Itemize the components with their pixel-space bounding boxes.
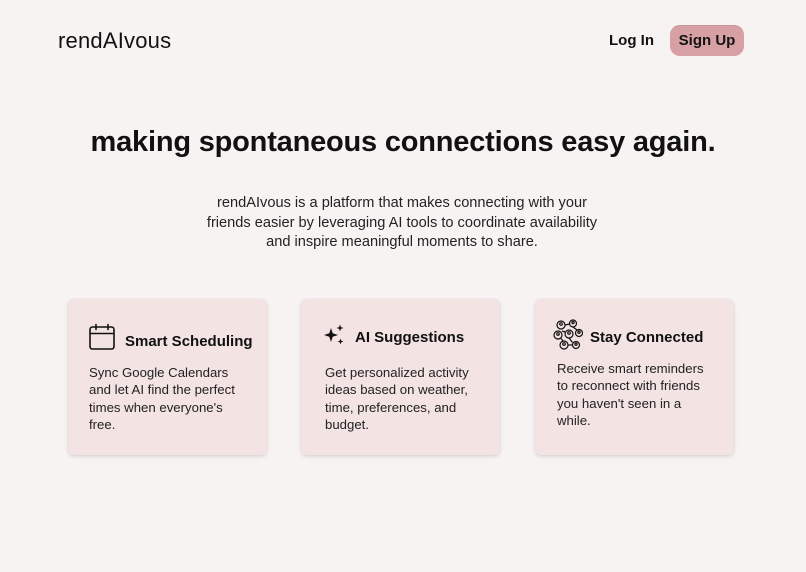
people-network-icon bbox=[553, 319, 583, 351]
calendar-icon bbox=[88, 323, 116, 351]
sparkles-icon bbox=[322, 323, 346, 347]
feature-description: Receive smart reminders to reconnect wit… bbox=[557, 361, 704, 429]
hero-subtitle: rendAIvous is a platform that makes conn… bbox=[206, 195, 598, 250]
feature-description: Sync Google Calendars and let AI find th… bbox=[89, 365, 235, 433]
signup-button[interactable]: Sign Up bbox=[670, 25, 744, 56]
feature-card-smart-scheduling: Smart Scheduling Sync Google Calendars a… bbox=[68, 299, 267, 455]
top-navigation: Log In Sign Up bbox=[609, 25, 744, 56]
feature-description: Get personalized activity ideas based on… bbox=[325, 365, 469, 433]
feature-title: AI Suggestions bbox=[355, 329, 465, 346]
site-header: rendAIvous Log In Sign Up bbox=[0, 0, 806, 84]
feature-title: Smart Scheduling bbox=[125, 333, 253, 350]
hero-title: making spontaneous connections easy agai… bbox=[90, 126, 716, 158]
feature-title: Stay Connected bbox=[590, 329, 704, 346]
brand-logo[interactable]: rendAIvous bbox=[58, 28, 171, 54]
feature-card-ai-suggestions: AI Suggestions Get personalized activity… bbox=[301, 299, 500, 455]
login-button[interactable]: Log In bbox=[609, 32, 654, 49]
feature-card-stay-connected: Stay Connected Receive smart reminders t… bbox=[535, 299, 734, 455]
